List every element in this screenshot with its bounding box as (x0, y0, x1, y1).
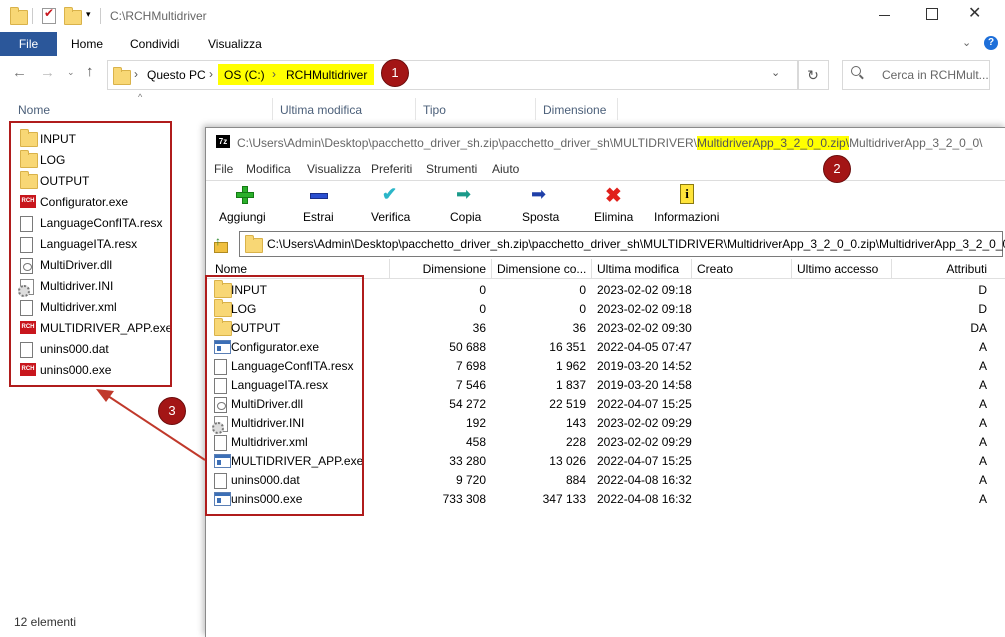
arrow-line (107, 395, 206, 461)
annotation-badge-1: 1 (381, 59, 409, 87)
annotation-badge-2: 2 (823, 155, 851, 183)
arrow-head (96, 389, 114, 402)
annotation-badge-3: 3 (158, 397, 186, 425)
annotation-arrow (96, 389, 206, 461)
